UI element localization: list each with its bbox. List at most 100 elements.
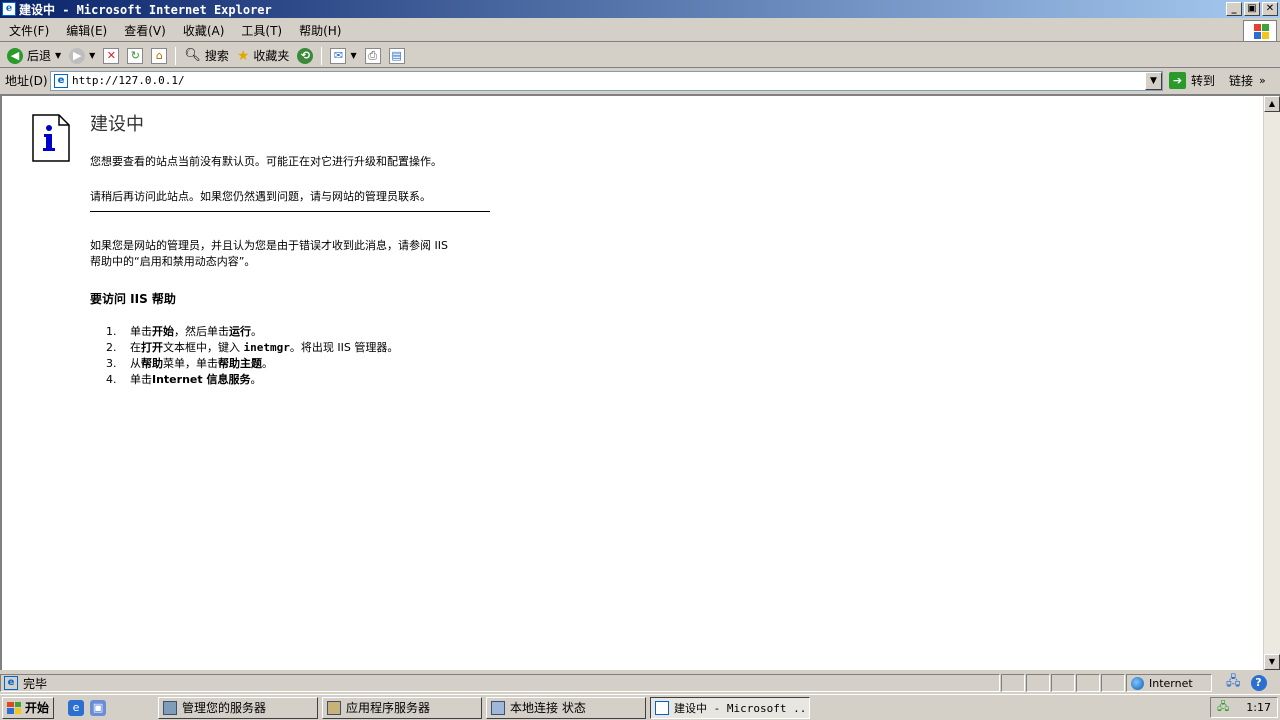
media-button[interactable]: ⟲ (294, 45, 316, 67)
title-bar[interactable]: e 建设中 - Microsoft Internet Explorer _ ▣ … (0, 0, 1280, 18)
admin-text-line: 如果您是网站的管理员，并且认为您是由于错误才收到此消息，请参阅 IIS (90, 239, 448, 252)
taskbar-item-network-status[interactable]: 本地连接 状态 (486, 696, 647, 719)
forward-button[interactable]: ▶ ▼ (66, 45, 98, 67)
app-server-icon (327, 700, 342, 715)
media-icon: ⟲ (297, 47, 314, 64)
toolbar-separator (175, 46, 177, 65)
taskbar-item-ie[interactable]: 建设中 - Microsoft ... (650, 696, 811, 719)
menu-file[interactable]: 文件(F) (0, 22, 57, 39)
chevron-right-icon[interactable]: » (1259, 74, 1266, 87)
list-item: 1. 单击开始，然后单击运行。 (106, 325, 262, 338)
quick-launch: e ▣ (68, 699, 154, 716)
edit-button[interactable]: ▤ (386, 45, 408, 67)
address-field[interactable]: e ▼ (50, 70, 1163, 91)
network-connection-icon (491, 700, 506, 715)
ie-page-icon: e (54, 73, 68, 88)
desktop-quicklaunch-icon[interactable]: ▣ (90, 699, 107, 716)
vertical-scrollbar[interactable]: ▲ ▼ (1263, 96, 1280, 670)
network-icon[interactable]: 🖧 (1226, 672, 1241, 694)
go-arrow-icon: ➔ (1169, 72, 1186, 89)
status-cell (1026, 674, 1050, 692)
dropdown-arrow-icon[interactable]: ▼ (350, 51, 356, 60)
divider (90, 211, 490, 212)
minimize-button[interactable]: _ (1226, 2, 1242, 16)
windows-logo-icon (1243, 20, 1277, 42)
start-button[interactable]: 开始 (2, 696, 55, 719)
menu-view[interactable]: 查看(V) (115, 22, 174, 39)
list-item: 3. 从帮助菜单，单击帮助主题。 (106, 357, 273, 370)
star-icon: ★ (236, 47, 250, 64)
ie-icon (655, 700, 670, 715)
menu-favorites[interactable]: 收藏(A) (174, 22, 233, 39)
help-icon[interactable]: ? (1250, 675, 1267, 691)
print-button[interactable]: ⎙ (362, 45, 384, 67)
address-dropdown-icon[interactable]: ▼ (1145, 71, 1162, 90)
iis-help-heading: 要访问 IIS 帮助 (90, 292, 176, 306)
mail-icon: ✉ (330, 47, 347, 64)
page-content: 建设中 您想要查看的站点当前没有默认页。可能正在对它进行升级和配置操作。 请稍后… (0, 94, 1280, 670)
admin-text: 如果您是网站的管理员，并且认为您是由于错误才收到此消息，请参阅 IIS 帮助中的… (90, 238, 510, 270)
status-text: 完毕 (23, 676, 48, 691)
search-icon: 🔍︎ (184, 48, 201, 63)
taskbar: 开始 e ▣ 管理您的服务器 应用程序服务器 本地连接 状态 建设中 - Mic… (0, 694, 1280, 720)
retry-text: 请稍后再访问此站点。如果您仍然遇到问题，请与网站的管理员联系。 (90, 190, 431, 203)
menu-help[interactable]: 帮助(H) (290, 22, 349, 39)
favorites-label: 收藏夹 (253, 49, 290, 63)
status-cell (1001, 674, 1025, 692)
refresh-icon: ↻ (127, 47, 144, 64)
security-zone[interactable]: Internet (1126, 674, 1212, 692)
go-button[interactable]: ➔ 转到 (1169, 71, 1215, 91)
links-button[interactable]: 链接 (1229, 72, 1253, 89)
dropdown-arrow-icon[interactable]: ▼ (55, 51, 61, 60)
globe-icon (1131, 676, 1144, 690)
edit-page-icon: ▤ (388, 47, 405, 64)
stop-icon: ✕ (103, 47, 120, 64)
home-icon: ⌂ (151, 47, 168, 64)
maximize-button[interactable]: ▣ (1244, 2, 1260, 16)
menu-bar: 文件(F) 编辑(E) 查看(V) 收藏(A) 工具(T) 帮助(H) (0, 20, 1280, 42)
list-item: 2. 在打开文本框中，键入 inetmgr。将出现 IIS 管理器。 (106, 341, 399, 354)
window-title: 建设中 - Microsoft Internet Explorer (19, 2, 272, 17)
menu-tools[interactable]: 工具(T) (232, 22, 290, 39)
toolbar: ◀ 后退 ▼ ▶ ▼ ✕ ↻ ⌂ 🔍︎ 搜索 ★ 收藏夹 ⟲ ✉ ▼ ⎙ ▤ (0, 44, 1280, 68)
address-label: 地址(D) (5, 74, 48, 88)
taskbar-item-app-server[interactable]: 应用程序服务器 (322, 696, 483, 719)
close-button[interactable]: ✕ (1262, 2, 1278, 16)
steps-list: 1. 单击开始，然后单击运行。 2. 在打开文本框中，键入 inetmgr。将出… (106, 324, 398, 388)
message-text: 您想要查看的站点当前没有默认页。可能正在对它进行升级和配置操作。 (90, 155, 442, 168)
stop-button[interactable]: ✕ (100, 45, 122, 67)
address-bar: 地址(D) e ▼ ➔ 转到 链接 » (0, 69, 1280, 92)
mail-button[interactable]: ✉ ▼ (327, 45, 359, 67)
status-cell (1101, 674, 1125, 692)
dropdown-arrow-icon[interactable]: ▼ (89, 51, 95, 60)
status-bar: e 完毕 Internet 🖧 ? (0, 673, 1280, 693)
clock[interactable]: 1:17 (1246, 701, 1271, 714)
address-input[interactable] (72, 74, 1162, 87)
scroll-up-icon[interactable]: ▲ (1264, 96, 1280, 112)
refresh-button[interactable]: ↻ (124, 45, 146, 67)
print-icon: ⎙ (364, 47, 381, 64)
start-label: 开始 (25, 701, 50, 715)
admin-text-line: 帮助中的“启用和禁用动态内容”。 (90, 255, 256, 268)
system-tray: 🖧 1:17 (1210, 697, 1278, 718)
toolbar-separator (321, 46, 323, 65)
back-arrow-icon: ◀ (7, 47, 23, 64)
page-title: 建设中 (90, 114, 144, 135)
back-label: 后退 (27, 49, 52, 63)
taskbar-item-manage-server[interactable]: 管理您的服务器 (158, 696, 319, 719)
menu-edit[interactable]: 编辑(E) (57, 22, 115, 39)
back-button[interactable]: ◀ 后退 ▼ (4, 45, 64, 67)
home-button[interactable]: ⌂ (148, 45, 170, 67)
search-label: 搜索 (204, 49, 229, 63)
list-item: 4. 单击Internet 信息服务。 (106, 373, 262, 386)
ie-quicklaunch-icon[interactable]: e (68, 699, 85, 716)
go-label: 转到 (1191, 74, 1216, 88)
tray-network-icon[interactable]: 🖧 (1217, 698, 1229, 717)
favorites-button[interactable]: ★ 收藏夹 (234, 45, 293, 67)
search-button[interactable]: 🔍︎ 搜索 (181, 45, 232, 67)
scroll-down-icon[interactable]: ▼ (1264, 654, 1280, 670)
window-controls: _ ▣ ✕ (1226, 2, 1278, 16)
windows-flag-icon (7, 701, 21, 714)
status-cell (1076, 674, 1100, 692)
zone-label: Internet (1149, 676, 1193, 690)
